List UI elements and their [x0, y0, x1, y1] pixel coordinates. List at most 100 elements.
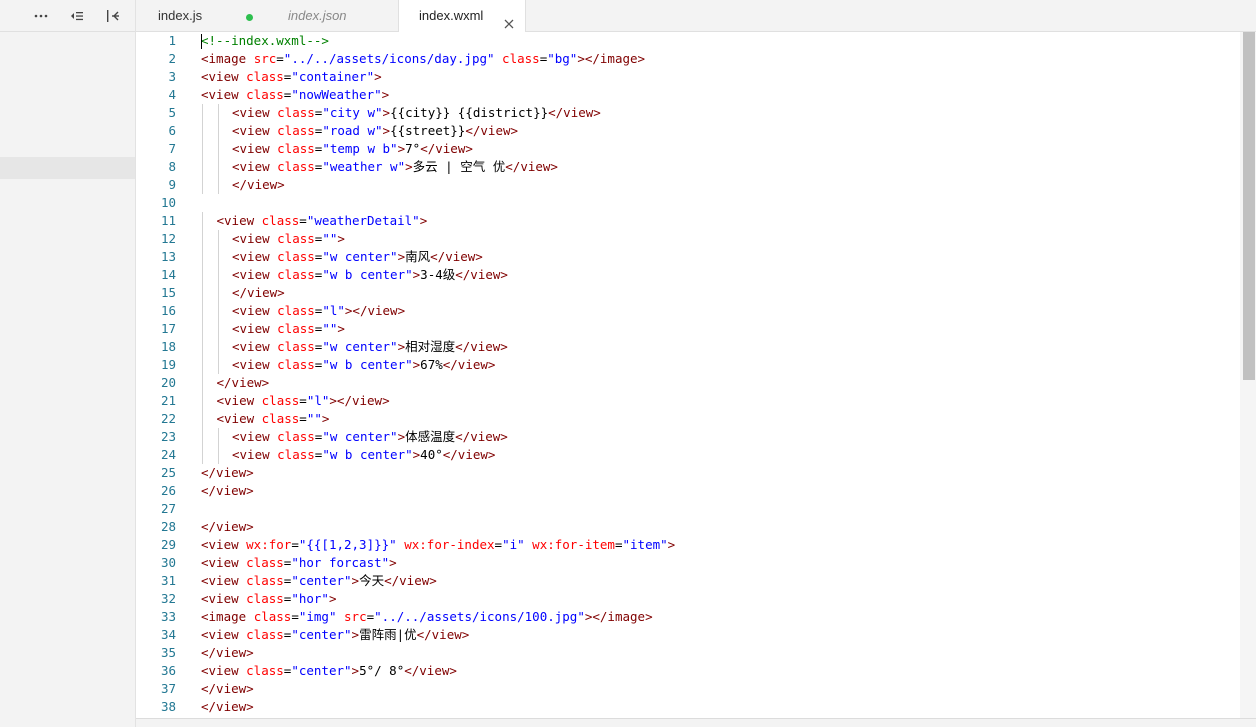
attribute-token: wx:for — [246, 537, 292, 552]
line-number: 1 — [168, 33, 176, 48]
code-line[interactable]: 28 </view> — [136, 518, 1240, 536]
string-token: "w center" — [322, 429, 398, 444]
indent-guide — [217, 104, 219, 122]
tag-token: <view — [232, 231, 278, 246]
attribute-token: class — [261, 411, 300, 426]
string-token: "../../assets/icons/day.jpg" — [283, 51, 495, 66]
code-line[interactable]: 17 <view class=""> — [136, 320, 1240, 338]
attribute-token: wx:for-item — [532, 537, 615, 552]
tag-token: > — [382, 105, 391, 120]
text-token: = — [291, 609, 299, 624]
indent-guide — [217, 140, 219, 158]
code-line[interactable]: 13 <view class="w center">南风</view> — [136, 248, 1240, 266]
close-icon[interactable] — [503, 10, 515, 29]
indent-guide — [217, 446, 219, 464]
attribute-token: class — [277, 231, 315, 246]
code-line[interactable]: 6 <view class="road w">{{street}}</view> — [136, 122, 1240, 140]
code-line[interactable]: 12 <view class=""> — [136, 230, 1240, 248]
code-line[interactable]: 30 <view class="hor forcast"> — [136, 554, 1240, 572]
code-line[interactable]: 10 — [136, 194, 1240, 212]
file-explorer-panel — [0, 0, 136, 727]
tab-index-wxml[interactable]: index.wxml — [398, 0, 526, 33]
code-line[interactable]: 16 <view class="l"></view> — [136, 302, 1240, 320]
indent-guide — [217, 122, 219, 140]
code-line[interactable]: 38 </view> — [136, 698, 1240, 716]
code-line[interactable]: 18 <view class="w center">相对湿度</view> — [136, 338, 1240, 356]
code-text: <view class="l"></view> — [232, 302, 405, 320]
indent-guide — [202, 392, 203, 410]
line-number: 31 — [160, 573, 176, 588]
code-line[interactable]: 21 <view class="l"></view> — [136, 392, 1240, 410]
code-line[interactable]: 32 <view class="hor"> — [136, 590, 1240, 608]
code-line[interactable]: 5 <view class="city w">{{city}} {{distric… — [136, 104, 1240, 122]
line-number: 16 — [160, 303, 176, 318]
tag-token: > — [351, 627, 360, 642]
text-token: 40° — [420, 447, 443, 462]
indent-guide — [217, 302, 219, 320]
code-line[interactable]: 20 </view> — [136, 374, 1240, 392]
collapse-all-icon[interactable] — [68, 7, 86, 25]
line-number: 4 — [168, 87, 176, 102]
tab-index-json[interactable]: index.json — [266, 0, 398, 32]
string-token: "w b center" — [322, 447, 413, 462]
code-line[interactable]: 19 <view class="w b center">67%</view> — [136, 356, 1240, 374]
string-token: "l" — [322, 303, 345, 318]
code-line[interactable]: 4 <view class="nowWeather"> — [136, 86, 1240, 104]
code-line[interactable]: 29 <view wx:for="{{[1,2,3]}}" wx:for-inde… — [136, 536, 1240, 554]
explorer-selected-row[interactable] — [0, 157, 135, 179]
tag-token: </view> — [201, 519, 254, 534]
line-number: 26 — [160, 483, 176, 498]
tag-token: </view> — [201, 699, 254, 714]
string-token: "temp w b" — [322, 141, 398, 156]
code-text: <view class="temp w b">7°</view> — [232, 140, 473, 158]
code-line[interactable]: 37 </view> — [136, 680, 1240, 698]
attribute-token: class — [502, 51, 540, 66]
code-line[interactable]: 11 <view class="weatherDetail"> — [136, 212, 1240, 230]
tab-label: index.js — [158, 8, 203, 23]
tag-token: <view — [232, 267, 278, 282]
tag-token: <view — [201, 591, 247, 606]
code-line[interactable]: 14 <view class="w b center">3-4级</view> — [136, 266, 1240, 284]
code-line[interactable]: 22 <view class=""> — [136, 410, 1240, 428]
tag-token: </view> — [420, 141, 473, 156]
code-line[interactable]: 7 <view class="temp w b">7°</view> — [136, 140, 1240, 158]
code-line[interactable]: 15 </view> — [136, 284, 1240, 302]
code-line[interactable]: 3 <view class="container"> — [136, 68, 1240, 86]
scrollbar-thumb[interactable] — [1243, 32, 1255, 380]
tag-token: ></image> — [584, 609, 653, 624]
code-line[interactable]: 36 <view class="center">5°/ 8°</view> — [136, 662, 1240, 680]
tag-token: > — [397, 141, 406, 156]
code-line[interactable]: 23 <view class="w center">体感温度</view> — [136, 428, 1240, 446]
code-line[interactable]: 8 <view class="weather w">多云 | 空气 优</view… — [136, 158, 1240, 176]
tag-token: </view> — [201, 465, 254, 480]
text-token: 体感温度 — [405, 429, 456, 444]
code-line[interactable]: 26 </view> — [136, 482, 1240, 500]
tab-index-js[interactable]: index.js — [136, 0, 266, 32]
code-editor[interactable]: 1 <!--index.wxml--> 2 <image src="../../ass… — [136, 32, 1240, 718]
code-line[interactable]: 31 <view class="center">今天</view> — [136, 572, 1240, 590]
indent-guide — [202, 320, 203, 338]
code-line[interactable]: 24 <view class="w b center">40°</view> — [136, 446, 1240, 464]
code-line[interactable]: 27 — [136, 500, 1240, 518]
indent-guide — [217, 176, 219, 194]
code-line[interactable]: 33 <image class="img" src="../../assets/i… — [136, 608, 1240, 626]
string-token: "road w" — [322, 123, 383, 138]
string-token: "i" — [502, 537, 525, 552]
code-line[interactable]: 34 <view class="center">雷阵雨|优</view> — [136, 626, 1240, 644]
line-number: 24 — [160, 447, 176, 462]
code-text: </view> — [217, 374, 270, 392]
tag-token: <view — [201, 627, 247, 642]
line-number: 33 — [160, 609, 176, 624]
code-line[interactable]: 2 <image src="../../assets/icons/day.jpg"… — [136, 50, 1240, 68]
toggle-panel-icon[interactable] — [104, 7, 122, 25]
code-line[interactable]: 35 </view> — [136, 644, 1240, 662]
indent-guide — [217, 266, 219, 284]
code-line[interactable]: 25 </view> — [136, 464, 1240, 482]
tag-token: <view — [216, 393, 262, 408]
code-line[interactable]: 9 </view> — [136, 176, 1240, 194]
vertical-scrollbar[interactable] — [1240, 32, 1256, 718]
more-icon[interactable] — [32, 7, 50, 25]
attribute-token: class — [261, 393, 300, 408]
code-text: <view class="center">5°/ 8°</view> — [201, 662, 457, 680]
code-line[interactable]: 1 <!--index.wxml--> — [136, 32, 1240, 50]
